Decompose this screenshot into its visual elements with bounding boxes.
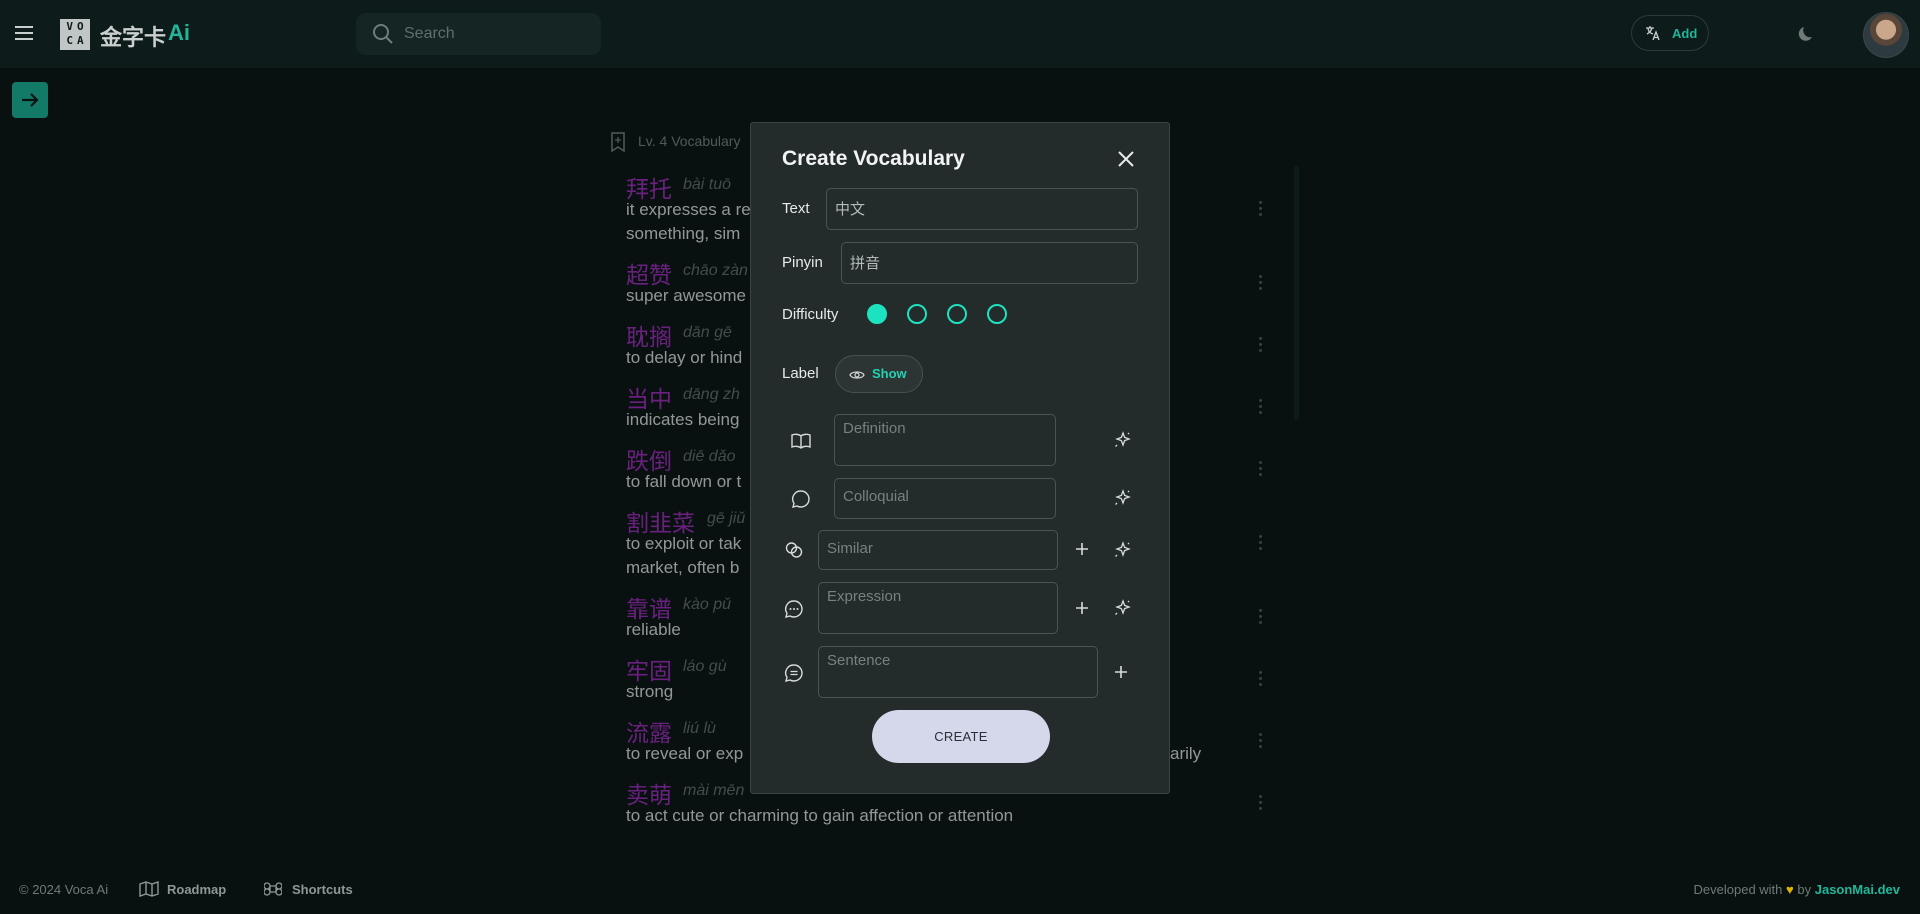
plus-icon[interactable]: [1114, 665, 1128, 684]
heart-icon: ♥: [1786, 882, 1794, 897]
ai-sparkle-icon[interactable]: [1114, 599, 1132, 622]
brand-ai[interactable]: Ai: [168, 20, 190, 46]
author-link[interactable]: JasonMai.dev: [1815, 882, 1900, 897]
shortcuts-label: Shortcuts: [292, 882, 353, 897]
add-label: Add: [1672, 26, 1698, 41]
command-icon: [263, 882, 283, 896]
text-input[interactable]: 中文: [826, 188, 1138, 230]
developed-with-text: Developed with: [1693, 882, 1783, 897]
roadmap-label: Roadmap: [167, 882, 227, 897]
ai-sparkle-icon[interactable]: [1114, 489, 1132, 512]
text-label: Text: [782, 200, 810, 217]
show-label: Show: [872, 366, 907, 381]
translate-icon: [1645, 25, 1661, 46]
colloquial-input[interactable]: Colloquial: [834, 478, 1056, 519]
show-label-toggle[interactable]: Show: [835, 355, 923, 393]
search-input[interactable]: Search: [404, 25, 455, 43]
avatar[interactable]: [1863, 12, 1909, 58]
plus-icon[interactable]: [1075, 601, 1089, 620]
expression-input[interactable]: Expression: [818, 582, 1058, 634]
map-icon: [139, 881, 159, 897]
create-button[interactable]: CREATE: [872, 710, 1050, 763]
book-icon: [791, 432, 811, 455]
top-bar: VO CA 金字卡 Ai Search Add: [0, 0, 1920, 68]
copyright: © 2024 Voca Ai: [19, 882, 109, 897]
sentence-input[interactable]: Sentence: [818, 646, 1098, 698]
message-lines-icon: [784, 663, 804, 688]
chat-bubble-icon: [791, 489, 811, 514]
add-button[interactable]: Add: [1631, 15, 1709, 51]
link-circles-icon: [784, 540, 804, 565]
shortcuts-link[interactable]: Shortcuts: [263, 880, 353, 901]
difficulty-radio-1[interactable]: [867, 304, 887, 324]
eye-icon: [849, 368, 865, 386]
dialog-title: Create Vocabulary: [782, 147, 965, 170]
difficulty-radio-2[interactable]: [907, 304, 927, 324]
pinyin-input[interactable]: 拼音: [841, 242, 1138, 284]
plus-icon[interactable]: [1075, 542, 1089, 561]
brand-name[interactable]: 金字卡: [100, 20, 166, 52]
search-box[interactable]: Search: [356, 13, 601, 55]
close-icon[interactable]: [1117, 150, 1135, 173]
footer: © 2024 Voca Ai Roadmap Shortcuts Develop…: [0, 868, 1920, 914]
developer-credit: Developed with ♥ by JasonMai.dev: [1694, 882, 1900, 897]
difficulty-label: Difficulty: [782, 306, 839, 323]
moon-icon[interactable]: [1797, 24, 1817, 49]
ai-sparkle-icon[interactable]: [1114, 431, 1132, 454]
chat-dots-icon: [784, 599, 804, 624]
definition-input[interactable]: Definition: [834, 414, 1056, 466]
logo[interactable]: VO CA: [60, 19, 90, 50]
ai-sparkle-icon[interactable]: [1114, 541, 1132, 564]
by-text: by: [1797, 882, 1812, 897]
roadmap-link[interactable]: Roadmap: [139, 880, 226, 901]
similar-input[interactable]: Similar: [818, 530, 1058, 570]
logo-letters-top: VO: [66, 20, 88, 33]
difficulty-radio-4[interactable]: [987, 304, 1007, 324]
pinyin-label: Pinyin: [782, 254, 823, 271]
label-label: Label: [782, 365, 819, 382]
create-vocabulary-dialog: Create Vocabulary Text 中文 Pinyin 拼音 Diff…: [750, 122, 1170, 794]
logo-letters-bottom: CA: [66, 34, 88, 47]
search-icon: [372, 23, 394, 50]
difficulty-radio-3[interactable]: [947, 304, 967, 324]
menu-icon[interactable]: [13, 22, 35, 44]
